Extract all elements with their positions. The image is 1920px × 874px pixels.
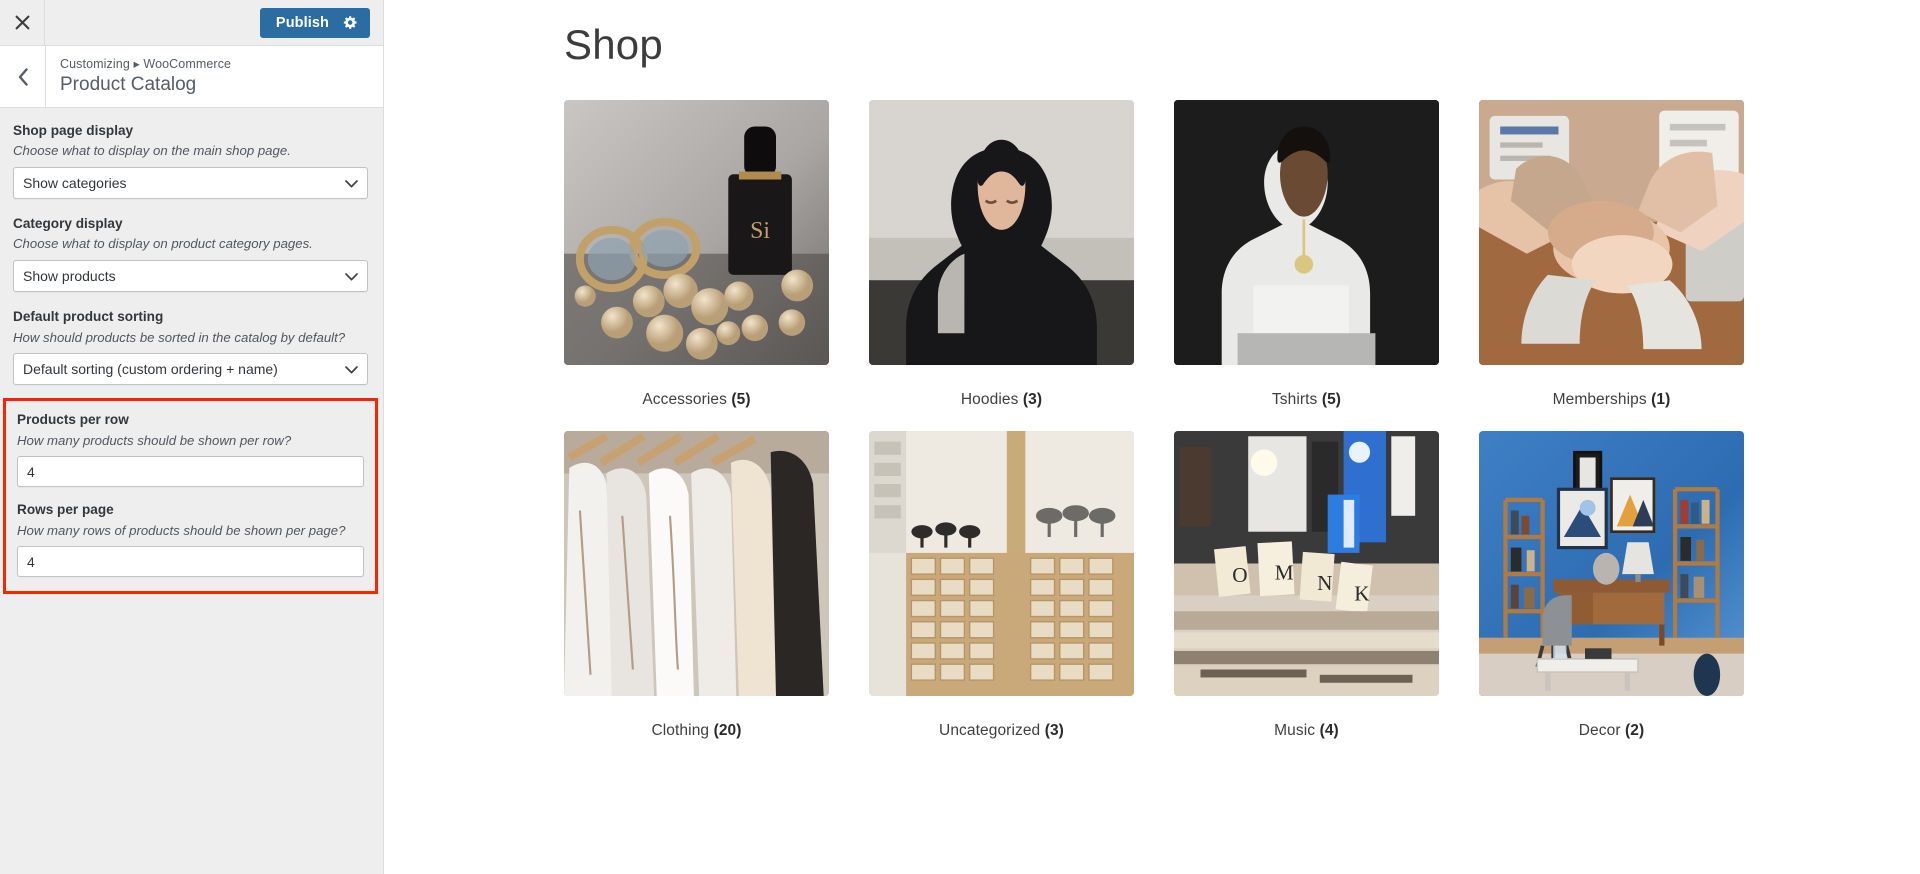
control-description: Choose what to display on the main shop … — [13, 143, 291, 159]
control-description: How many rows of products should be show… — [17, 522, 346, 538]
hooded-man-photo — [869, 100, 1134, 366]
rows-per-page-input[interactable] — [17, 546, 364, 578]
product-category-grid: Si Accessories (5) Hoodies (3) Tshirts (… — [384, 100, 1920, 762]
category-count: (3) — [1022, 391, 1043, 409]
select-value: Default sorting (custom ordering + name) — [23, 361, 278, 378]
customizer-header: Customizing ▸ WooCommerce Product Catalo… — [0, 46, 383, 108]
control-description: How many products should be shown per ro… — [17, 432, 292, 448]
control-shop-page-display: Shop page display Choose what to display… — [13, 122, 368, 200]
control-default-product-sorting: Default product sorting How should produ… — [13, 308, 368, 386]
control-label: Rows per page — [17, 502, 114, 518]
customizer-header-titles: Customizing ▸ WooCommerce Product Catalo… — [46, 46, 231, 107]
category-display-select[interactable]: Show products — [13, 260, 368, 293]
control-category-display: Category display Choose what to display … — [13, 215, 368, 293]
category-card-label: Decor (2) — [1479, 722, 1744, 740]
perfume-jewelry-photo: Si — [564, 100, 829, 366]
category-card-decor[interactable]: Decor (2) — [1479, 431, 1744, 740]
white-tshirt-man-photo — [1174, 100, 1439, 366]
category-name: Music — [1274, 722, 1316, 740]
category-card-uncategorized[interactable]: Uncategorized (3) — [869, 431, 1134, 740]
select-value: Show categories — [23, 175, 127, 192]
publish-button-label: Publish — [275, 14, 329, 31]
svg-text:O: O — [1232, 563, 1247, 587]
chevron-down-icon — [345, 361, 358, 377]
products-per-row-input[interactable] — [17, 456, 364, 488]
control-rows-per-page: Rows per page How many rows of products … — [17, 501, 364, 578]
card-catalog-photo — [869, 431, 1134, 697]
control-label: Category display — [13, 216, 123, 232]
category-name: Clothing — [651, 722, 710, 740]
category-card-memberships[interactable]: Memberships (1) — [1479, 100, 1744, 409]
customizer-controls: Shop page display Choose what to display… — [0, 108, 383, 874]
category-card-hoodies[interactable]: Hoodies (3) — [869, 100, 1134, 409]
svg-text:Si: Si — [750, 218, 770, 244]
category-card-label: Tshirts (5) — [1174, 391, 1439, 409]
chevron-left-icon[interactable] — [0, 46, 46, 107]
close-icon[interactable] — [0, 0, 45, 45]
customizer-panel: Publish Customizing ▸ WooCommerce Produc… — [0, 0, 384, 874]
category-card-accessories[interactable]: Si Accessories (5) — [564, 100, 829, 409]
control-label: Shop page display — [13, 123, 134, 138]
publish-button[interactable]: Publish — [259, 7, 370, 38]
svg-text:K: K — [1354, 582, 1370, 606]
category-count: (5) — [1321, 391, 1342, 409]
category-card-label: Music (4) — [1174, 722, 1439, 740]
category-name: Uncategorized — [939, 722, 1041, 740]
svg-text:N: N — [1317, 571, 1332, 595]
category-card-label: Uncategorized (3) — [869, 722, 1134, 740]
control-description: How should products be sorted in the cat… — [13, 329, 346, 345]
highlight-annotation-box: Products per row How many products shoul… — [3, 398, 378, 595]
category-name: Decor — [1578, 722, 1621, 740]
hands-together-photo — [1479, 100, 1744, 366]
chevron-down-icon — [345, 268, 358, 284]
select-value: Show products — [23, 268, 116, 285]
category-card-label: Accessories (5) — [564, 391, 829, 409]
blue-room-desk-photo — [1479, 431, 1744, 697]
category-count: (2) — [1625, 722, 1645, 740]
default-product-sorting-select[interactable]: Default sorting (custom ordering + name) — [13, 353, 368, 386]
category-count: (5) — [731, 391, 751, 409]
category-name: Tshirts — [1271, 391, 1318, 409]
control-label: Default product sorting — [13, 309, 164, 325]
category-card-clothing[interactable]: Clothing (20) — [564, 431, 829, 740]
category-count: (1) — [1651, 391, 1671, 409]
category-count: (20) — [713, 722, 742, 740]
category-card-tshirts[interactable]: Tshirts (5) — [1174, 100, 1439, 409]
chevron-down-icon — [345, 175, 358, 191]
category-card-label: Hoodies (3) — [869, 391, 1134, 409]
category-name: Accessories — [642, 391, 727, 409]
category-card-label: Clothing (20) — [564, 722, 829, 740]
category-count: (4) — [1319, 722, 1339, 740]
record-store-photo: O M N K — [1174, 431, 1439, 697]
control-products-per-row: Products per row How many products shoul… — [17, 411, 364, 488]
svg-text:M: M — [1275, 561, 1294, 585]
category-name: Memberships — [1552, 391, 1647, 409]
publish-button-group: Publish — [259, 7, 370, 38]
gear-icon[interactable] — [343, 15, 358, 30]
clothes-rack-photo — [564, 431, 829, 697]
shop-page-heading: Shop — [564, 21, 663, 68]
customizer-topbar: Publish — [0, 0, 383, 46]
category-name: Hoodies — [960, 391, 1019, 409]
page-title: Product Catalog — [60, 73, 197, 95]
category-count: (3) — [1044, 722, 1064, 740]
control-description: Choose what to display on product catego… — [13, 236, 313, 252]
breadcrumb: Customizing ▸ WooCommerce — [60, 56, 232, 71]
category-card-music[interactable]: O M N K Music (4) — [1174, 431, 1439, 740]
site-preview: Shop Si Accessories (5) Hoodies (3) Tshi… — [384, 0, 1920, 874]
shop-page-display-select[interactable]: Show categories — [13, 167, 368, 200]
control-label: Products per row — [17, 412, 129, 428]
category-card-label: Memberships (1) — [1479, 391, 1744, 409]
